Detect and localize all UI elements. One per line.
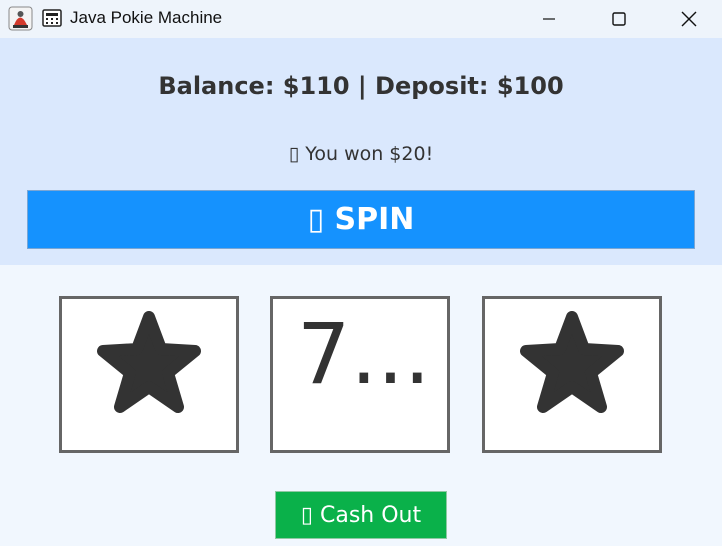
window-title: Java Pokie Machine [70, 8, 223, 27]
star-icon [520, 311, 624, 413]
star-icon [97, 311, 201, 413]
java-app-icon [8, 6, 33, 31]
maximize-icon [612, 12, 626, 26]
title-bar: Java Pokie Machine [0, 0, 722, 38]
close-icon [681, 11, 697, 27]
close-button[interactable] [666, 0, 712, 38]
reel-2: 7... [270, 296, 450, 453]
reel-1 [59, 296, 239, 453]
minimize-button[interactable] [526, 0, 572, 38]
spin-button[interactable]: ▯ SPIN [27, 190, 695, 249]
calculator-icon [42, 9, 62, 27]
cash-out-button[interactable]: ▯ Cash Out [275, 491, 447, 539]
reel-3 [482, 296, 662, 453]
result-message: ▯ You won $20! [288, 143, 434, 165]
reel-symbol-text: 7... [297, 305, 431, 403]
maximize-button[interactable] [596, 0, 642, 38]
balance-label: Balance: $110 | Deposit: $100 [158, 72, 564, 100]
minimize-icon [543, 18, 555, 20]
